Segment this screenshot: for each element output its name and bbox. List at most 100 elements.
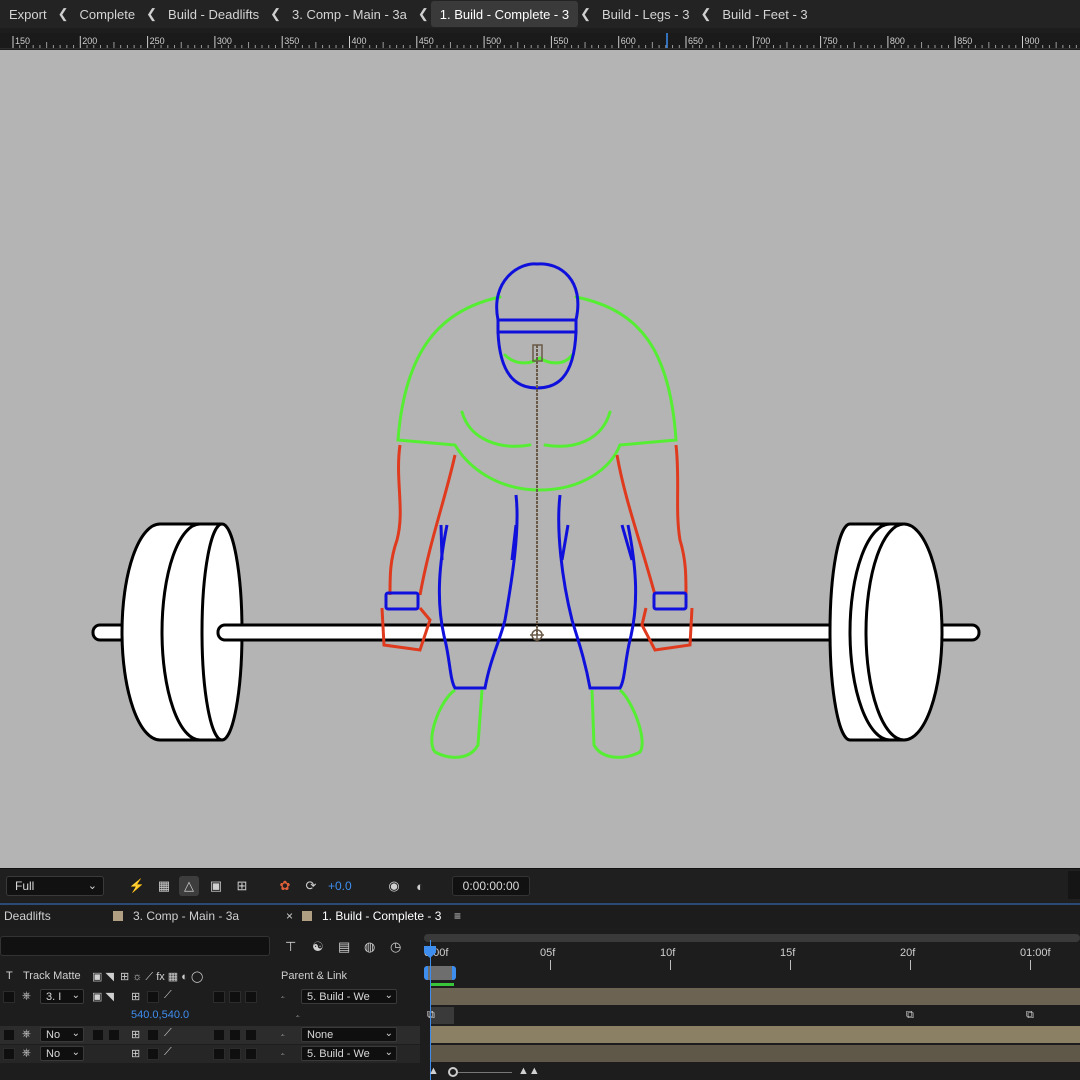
grid-guides-icon[interactable]: ⊞ [232,876,252,896]
track-matte-link-icon[interactable]: ⎈ [22,990,31,1003]
time-ruler-tick [910,960,911,970]
motion-blur-switch[interactable] [213,1029,225,1041]
panel-menu-icon[interactable]: ≡ [454,909,461,923]
ruler-label: 400 [352,36,367,46]
collapse-switch[interactable] [147,1029,159,1041]
tab-label: Deadlifts [4,909,51,923]
adjustment-switch[interactable] [229,991,241,1003]
motion-blur-switch[interactable] [213,1048,225,1060]
time-ruler-label: 20f [900,947,916,959]
layer-row[interactable]: ⎈ 3. I ⌄ ▣ ◥ ⊞ ⟋ ۦ 5. Build - We ⌄ [0,988,420,1006]
current-time-indicator[interactable] [430,940,431,1080]
breadcrumb-build-legs[interactable]: Build - Legs - 3 [593,1,698,27]
breadcrumb-export[interactable]: Export [0,1,56,27]
ruler-label: 350 [284,36,299,46]
frame-blending-icon[interactable]: ▤ [338,939,350,955]
breadcrumb-comp-main[interactable]: 3. Comp - Main - 3a [283,1,416,27]
layer-bar[interactable] [430,988,1080,1005]
layer-checkbox[interactable] [3,1029,15,1041]
column-switch-icons: ▣ ◥ ⊞ ☼ ⟋ fx ▦ ◐ ◯ [92,971,204,983]
zoom-in-icon[interactable]: ▲▲ [518,1065,540,1077]
zoom-out-icon[interactable]: ▲ [428,1065,439,1077]
collapse-switch[interactable] [147,1048,159,1060]
tab-deadlifts[interactable]: Deadlifts [4,909,51,923]
graph-editor-icon[interactable]: ◷ [390,939,401,955]
show-snapshot-icon[interactable]: ◐ [410,876,430,896]
current-time-display[interactable]: 0:00:00:00 [452,876,530,896]
shy-layers-icon[interactable]: ☯ [312,939,324,955]
exposure-value[interactable]: +0.0 [328,879,352,893]
shy-switch-icon[interactable]: ⊞ [131,1028,140,1041]
quality-switch-icon[interactable]: ⟋ [164,1027,172,1040]
track-matte-value: 3. I [46,990,62,1003]
adjustment-switch[interactable] [229,1029,241,1041]
shy-switch-icon[interactable]: ⊞ [131,1047,140,1060]
track-matte-link-icon[interactable]: ⎈ [22,1028,31,1041]
3d-layer-switch[interactable] [245,991,257,1003]
toolbar-overflow [1068,871,1080,899]
pick-whip-icon[interactable]: ۦ [281,989,285,1002]
3d-layer-switch[interactable] [245,1048,257,1060]
layer-search-input[interactable] [0,936,270,956]
keyframe-icon[interactable]: ⧉ [906,1009,914,1022]
motion-blur-icon[interactable]: ◍ [364,939,375,955]
breadcrumb-complete[interactable]: Complete [70,1,144,27]
close-tab-icon[interactable]: × [286,909,293,923]
reset-exposure-icon[interactable]: ⟳ [301,876,321,896]
mask-path-icon[interactable]: △ [179,876,199,896]
zoom-slider-thumb[interactable] [448,1067,458,1077]
resolution-value: Full [15,879,35,893]
work-area-bar[interactable] [424,966,456,980]
parent-dropdown[interactable]: None ⌄ [301,1027,397,1042]
property-pick-whip-icon[interactable]: ۦ [296,1008,300,1021]
motion-blur-switch[interactable] [213,991,225,1003]
matte-mode-switch[interactable] [92,1029,104,1041]
safe-margins-icon[interactable]: ▣ [206,876,226,896]
tab-build-complete[interactable]: 1. Build - Complete - 3 [302,909,441,923]
collapse-switch[interactable] [147,991,159,1003]
parent-dropdown[interactable]: 5. Build - We ⌄ [301,1046,397,1061]
quality-switch-icon[interactable]: ⟋ [164,989,172,1002]
layer-bar[interactable] [430,1045,1080,1062]
layer-row[interactable]: ⎈ No ⌄ ⊞ ⟋ ۦ None ⌄ [0,1026,420,1044]
resolution-dropdown[interactable]: Full ⌄ [6,876,104,896]
matte-mode-icon[interactable]: ▣ ◥ [92,990,114,1003]
breadcrumb-build-feet[interactable]: Build - Feet - 3 [713,1,816,27]
breadcrumb-build-deadlifts[interactable]: Build - Deadlifts [159,1,268,27]
timeline-time-graph[interactable]: 0:00f05f10f15f20f01:00f ⧉ ⧉ ⧉ [420,930,1080,1080]
color-channels-icon[interactable]: ✿ [275,876,295,896]
shy-switch-icon[interactable]: ⊞ [131,990,140,1003]
comp-mini-flowchart-icon[interactable]: ⊤ [285,939,296,955]
track-matte-dropdown[interactable]: No ⌄ [40,1027,84,1042]
layer-checkbox[interactable] [3,1048,15,1060]
parent-dropdown[interactable]: 5. Build - We ⌄ [301,989,397,1004]
snapshot-icon[interactable]: ◉ [384,876,404,896]
track-matte-dropdown[interactable]: No ⌄ [40,1046,84,1061]
tab-comp-main[interactable]: 3. Comp - Main - 3a [113,909,239,923]
invert-switch[interactable] [108,1029,120,1041]
track-matte-dropdown[interactable]: 3. I ⌄ [40,989,84,1004]
pick-whip-icon[interactable]: ۦ [281,1027,285,1040]
time-ruler-label: 10f [660,947,676,959]
zoom-slider-track[interactable] [458,1072,512,1073]
horizontal-ruler[interactable]: 150 200 250 300 350 400 450 500 550 600 650 700 750 8… [0,33,1080,49]
breadcrumb-build-complete-active[interactable]: 1. Build - Complete - 3 [430,1,579,27]
column-header-track-matte[interactable]: Track Matte [23,970,81,982]
fast-previews-icon[interactable]: ⚡ [127,876,147,896]
quality-switch-icon[interactable]: ⟋ [164,1046,172,1059]
column-header-parent-link[interactable]: Parent & Link [281,970,347,982]
layer-bar[interactable] [430,1026,1080,1043]
time-navigator-bar[interactable] [424,934,1080,942]
track-matte-value: No [46,1028,61,1041]
composition-viewer[interactable] [0,50,1080,868]
layer-checkbox[interactable] [3,991,15,1003]
timeline-layer-panel: ⊤ ☯ ▤ ◍ ◷ T Track Matte ▣ ◥ ⊞ ☼ ⟋ fx ▦ ◐… [0,930,420,1080]
transparency-grid-icon[interactable]: ▦ [154,876,174,896]
layer-row[interactable]: ⎈ No ⌄ ⊞ ⟋ ۦ 5. Build - We ⌄ [0,1045,420,1063]
pick-whip-icon[interactable]: ۦ [281,1046,285,1059]
position-value[interactable]: 540.0,540.0 [131,1009,189,1021]
track-matte-link-icon[interactable]: ⎈ [22,1047,31,1060]
adjustment-switch[interactable] [229,1048,241,1060]
3d-layer-switch[interactable] [245,1029,257,1041]
keyframe-icon[interactable]: ⧉ [1026,1009,1034,1022]
